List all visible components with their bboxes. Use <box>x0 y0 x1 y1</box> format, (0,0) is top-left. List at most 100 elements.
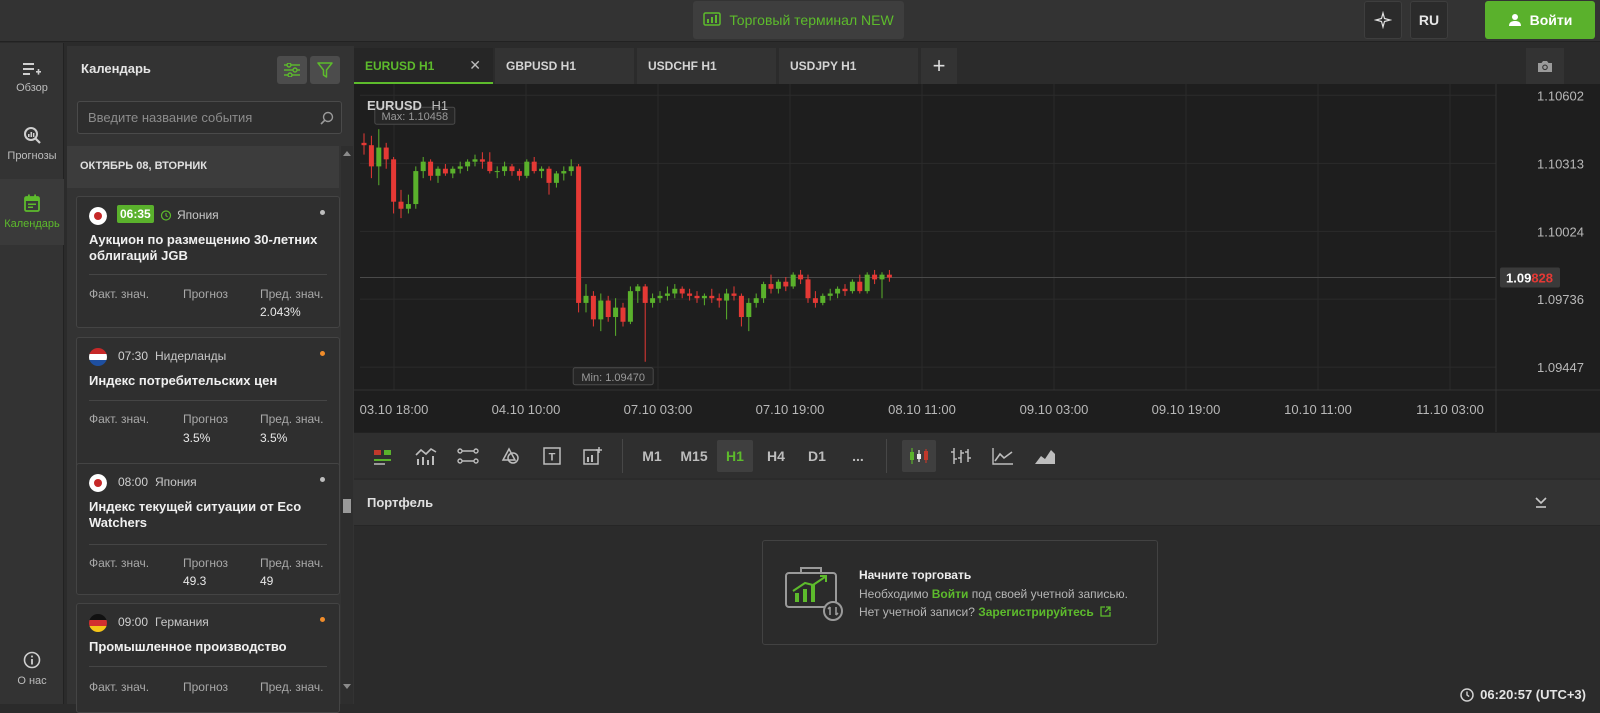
calendar-scrollbar[interactable] <box>341 146 353 704</box>
candle-body <box>642 286 648 303</box>
login-button[interactable]: Войти <box>1485 1 1595 39</box>
candle-body <box>531 161 537 172</box>
tab-eurusd[interactable]: EURUSD H1 ✕ <box>354 48 493 84</box>
scroll-down-icon[interactable] <box>343 684 351 690</box>
calendar-settings-button[interactable] <box>277 56 307 84</box>
importance-dot <box>320 210 325 215</box>
add-tab-button[interactable]: + <box>921 48 957 84</box>
calendar-filter-button[interactable] <box>310 56 340 84</box>
login-link[interactable]: Войти <box>932 587 969 601</box>
candle <box>546 166 552 195</box>
nav-item-about[interactable]: О нас <box>0 636 64 702</box>
plus-icon: + <box>932 53 946 78</box>
current-price-tail: 828 <box>1531 270 1553 285</box>
previous-value: 3.5% <box>260 431 288 445</box>
event-card[interactable]: 07:30 Нидерланды Индекс потребительских … <box>76 337 340 469</box>
external-link-icon[interactable] <box>1100 606 1111 617</box>
x-tick-label: 11.10 03:00 <box>1416 402 1484 417</box>
candle <box>672 284 678 299</box>
line-chart-icon[interactable] <box>986 440 1020 472</box>
candle-body <box>746 302 752 318</box>
nav-label: О нас <box>17 675 47 687</box>
candle-body <box>783 281 789 287</box>
timeframe-h1[interactable]: H1 <box>717 440 753 472</box>
text-tool-icon[interactable]: T <box>535 440 569 472</box>
actual-header: Факт. знач. <box>89 680 150 694</box>
scroll-thumb[interactable] <box>343 499 351 513</box>
event-card[interactable]: 08:00 Япония Индекс текущей ситуации от … <box>76 463 340 595</box>
candle <box>835 286 841 299</box>
candle <box>435 166 441 183</box>
event-country: Япония <box>177 208 219 222</box>
close-icon[interactable]: ✕ <box>469 57 481 74</box>
ai-assistant-button[interactable] <box>1364 1 1402 39</box>
x-tick-label: 10.10 11:00 <box>1284 402 1352 417</box>
tab-label: EURUSD H1 <box>365 59 435 73</box>
divider <box>89 274 327 275</box>
candle <box>576 164 582 313</box>
candle-body <box>753 298 759 303</box>
y-tick-label: 1.09447 <box>1537 360 1584 375</box>
search-icon[interactable] <box>320 111 334 125</box>
tab-usdchf[interactable]: USDCHF H1 <box>637 48 776 84</box>
event-card[interactable]: 09:00 Германия Промышленное производство… <box>76 603 340 713</box>
candle <box>531 156 537 174</box>
candle <box>465 159 471 172</box>
event-time: 07:30 <box>118 349 149 363</box>
scroll-up-icon[interactable] <box>343 150 351 156</box>
candle <box>494 166 500 179</box>
candle <box>694 291 700 303</box>
screenshot-button[interactable] <box>1526 48 1564 84</box>
forecast-header: Прогноз <box>183 556 229 570</box>
bar-chart-icon[interactable] <box>944 440 978 472</box>
candle-body <box>479 159 485 162</box>
portfolio-title: Портфель <box>367 495 434 510</box>
collapse-icon[interactable] <box>1534 495 1548 509</box>
nav-item-calendar[interactable]: Календарь <box>0 179 64 245</box>
nav-item-overview[interactable]: Обзор <box>0 45 64 111</box>
register-link[interactable]: Зарегистрируйтесь <box>978 605 1094 619</box>
search-chart-icon <box>24 127 41 144</box>
forecast-header: Прогноз <box>183 412 229 426</box>
previous-header: Пред. знач. <box>260 556 324 570</box>
actual-header: Факт. знач. <box>89 287 150 301</box>
candle-body <box>664 293 670 296</box>
trading-terminal-button[interactable]: Торговый терминал NEW <box>693 1 904 39</box>
price-chart[interactable]: 03.10 18:00 04.10 10:00 07.10 03:00 07.10 1… <box>354 84 1600 432</box>
sliders-icon <box>284 63 300 77</box>
tab-usdjpy[interactable]: USDJPY H1 <box>779 48 918 84</box>
candle-body <box>368 145 374 167</box>
chart-grid <box>360 84 1496 390</box>
nav-item-forecasts[interactable]: Прогнозы <box>0 111 64 177</box>
candle <box>820 293 826 306</box>
candle-body <box>805 279 811 299</box>
shapes-icon[interactable] <box>493 440 527 472</box>
tab-gbpusd[interactable]: GBPUSD H1 <box>495 48 634 84</box>
x-tick-label: 09.10 03:00 <box>1020 402 1089 417</box>
more-timeframes-button[interactable]: ... <box>840 440 876 472</box>
server-clock: 06:20:57 (UTC+3) <box>1460 687 1586 702</box>
language-button[interactable]: RU <box>1410 1 1448 39</box>
timeframe-m15[interactable]: M15 <box>674 440 714 472</box>
event-search-input[interactable] <box>88 102 308 133</box>
candle-body <box>886 274 892 278</box>
candle-body <box>679 288 685 294</box>
timeframe-h4[interactable]: H4 <box>758 440 794 472</box>
divider <box>886 439 887 473</box>
candlestick-chart-icon[interactable] <box>902 440 936 472</box>
event-card[interactable]: 06:35 Япония Аукцион по размещению 30-ле… <box>76 196 340 328</box>
netherlands-flag-icon <box>89 348 107 366</box>
candle-body <box>687 293 693 296</box>
timeframe-m1[interactable]: M1 <box>634 440 670 472</box>
candle-body <box>650 298 656 303</box>
add-indicator-icon[interactable] <box>576 440 610 472</box>
previous-header: Пред. знач. <box>260 287 324 301</box>
candle-body <box>872 274 878 280</box>
timeframe-d1[interactable]: D1 <box>799 440 835 472</box>
trendline-icon[interactable] <box>451 440 485 472</box>
x-tick-label: 09.10 19:00 <box>1152 402 1221 417</box>
indicators-icon[interactable] <box>366 440 400 472</box>
area-chart-icon[interactable] <box>1028 440 1062 472</box>
candle-body <box>494 171 500 173</box>
oscillator-icon[interactable] <box>409 440 443 472</box>
